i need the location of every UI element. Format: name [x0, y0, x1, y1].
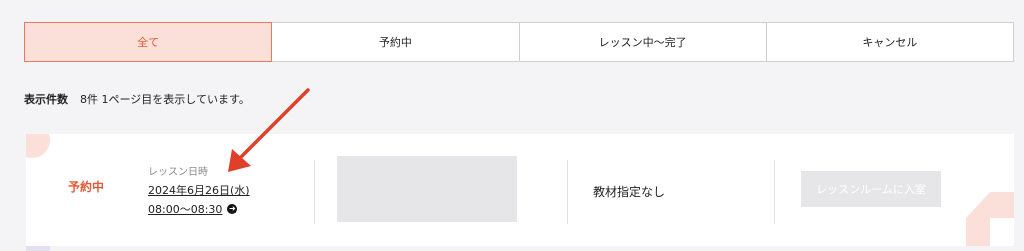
divider	[774, 160, 775, 224]
next-card-edge	[26, 246, 50, 251]
tab-reserved[interactable]: 予約中	[272, 22, 520, 62]
arrow-circle-right-icon: ➜	[227, 204, 238, 214]
reservation-status: 予約中	[68, 180, 105, 194]
divider	[567, 160, 568, 224]
enter-lesson-room-button[interactable]: レッスンルームに入室	[801, 171, 941, 207]
result-count-label: 表示件数	[24, 93, 68, 106]
tab-in-lesson-completed[interactable]: レッスン中〜完了	[519, 22, 767, 62]
material-info: 教材指定なし	[593, 185, 666, 199]
result-count-text: 8件 1ページ目を表示しています。	[80, 93, 250, 106]
divider	[314, 160, 315, 224]
tutor-thumbnail	[337, 156, 517, 222]
lesson-datetime-label: レッスン日時	[148, 167, 208, 178]
tab-cancelled[interactable]: キャンセル	[766, 22, 1014, 62]
lesson-time-link[interactable]: 08:00〜08:30 ➜	[148, 201, 238, 217]
reservation-card: 予約中 レッスン日時 2024年6月26日(水) 08:00〜08:30 ➜ 教…	[26, 134, 1014, 246]
card-corner-decoration	[26, 134, 50, 158]
lesson-date-link[interactable]: 2024年6月26日(水)	[148, 182, 250, 198]
result-count: 表示件数 8件 1ページ目を表示しています。	[24, 91, 250, 107]
filter-tabs: 全て 予約中 レッスン中〜完了 キャンセル	[24, 22, 1014, 62]
tab-all[interactable]: 全て	[24, 22, 273, 62]
lesson-time-text: 08:00〜08:30	[148, 203, 223, 216]
card-corner-decoration-bottom	[966, 192, 1014, 246]
